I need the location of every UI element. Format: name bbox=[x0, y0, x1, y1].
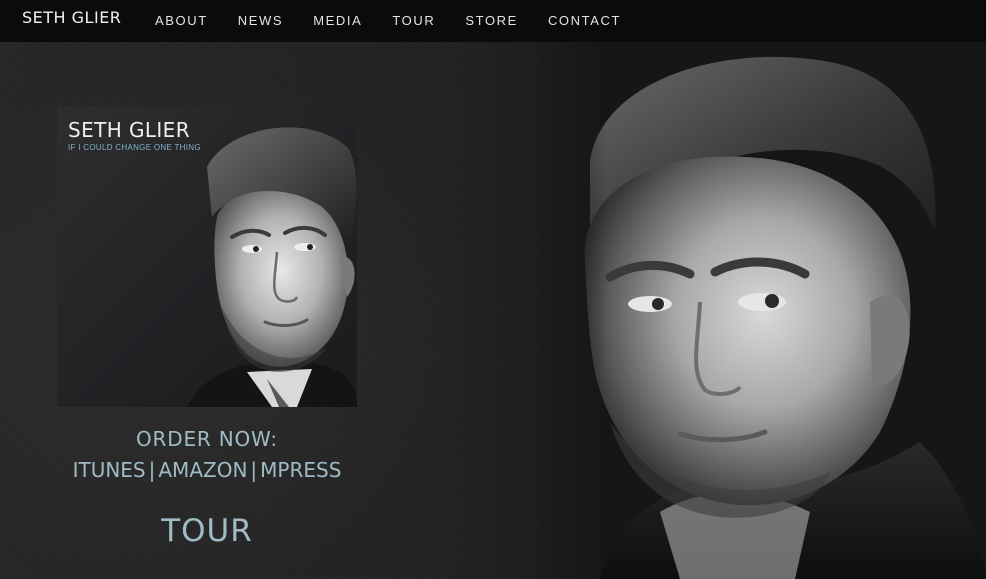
tour-link[interactable]: TOUR bbox=[57, 513, 357, 549]
main-nav: ABOUT NEWS MEDIA TOUR STORE CONTACT bbox=[155, 13, 651, 28]
order-section: ORDER NOW: ITUNES | AMAZON | MPRESS bbox=[57, 424, 357, 486]
nav-link-about[interactable]: ABOUT bbox=[155, 13, 208, 28]
top-navigation-bar: SETH GLIER ABOUT NEWS MEDIA TOUR STORE C… bbox=[0, 0, 986, 42]
separator: | bbox=[250, 458, 258, 482]
page: SETH GLIER ABOUT NEWS MEDIA TOUR STORE C… bbox=[0, 0, 986, 579]
amazon-link[interactable]: AMAZON bbox=[158, 458, 247, 482]
album-title: IF I COULD CHANGE ONE THING bbox=[68, 143, 201, 152]
nav-link-media[interactable]: MEDIA bbox=[313, 13, 362, 28]
itunes-link[interactable]: ITUNES bbox=[73, 458, 146, 482]
album-cover-portrait bbox=[187, 127, 357, 407]
order-store-links: ITUNES | AMAZON | MPRESS bbox=[57, 454, 357, 486]
nav-link-contact[interactable]: CONTACT bbox=[548, 13, 621, 28]
order-heading: ORDER NOW: bbox=[136, 427, 278, 451]
site-logo[interactable]: SETH GLIER bbox=[22, 8, 121, 27]
mpress-link[interactable]: MPRESS bbox=[260, 458, 341, 482]
nav-link-news[interactable]: NEWS bbox=[238, 13, 283, 28]
separator: | bbox=[148, 458, 156, 482]
nav-link-tour[interactable]: TOUR bbox=[392, 13, 435, 28]
hero-portrait-image bbox=[540, 42, 986, 579]
nav-link-store[interactable]: STORE bbox=[465, 13, 518, 28]
album-cover[interactable]: SETH GLIER IF I COULD CHANGE ONE THING bbox=[57, 107, 357, 407]
album-artist-name: SETH GLIER bbox=[68, 118, 191, 142]
